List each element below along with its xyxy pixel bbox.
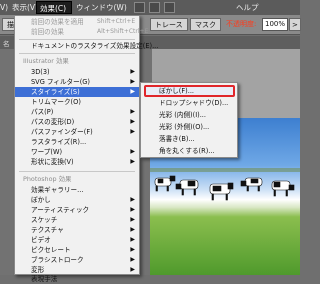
document-tab[interactable]: 名 — [3, 38, 10, 48]
stylize-submenu: ぼかし(F)... ドロップシャドウ(D)... 光彩 (内側)(I)... 光… — [140, 82, 238, 158]
menu-item-sketch[interactable]: スケッチ ▶ — [15, 215, 139, 225]
submenu-item-inner-glow[interactable]: 光彩 (内側)(I)... — [141, 109, 237, 121]
submenu-arrow-icon: ▶ — [130, 118, 135, 125]
menu-bar: V) 表示(V) 効果(C) ウィンドウ(W) ヘルプ — [0, 0, 300, 15]
layout-icon[interactable] — [164, 2, 175, 13]
menu-item-artistic[interactable]: アーティスティック ▶ — [15, 205, 139, 215]
submenu-arrow-icon: ▶ — [130, 158, 135, 165]
menu-help[interactable]: ヘルプ — [236, 1, 259, 14]
menu-item-pixelate[interactable]: ピクセレート ▶ — [15, 245, 139, 255]
menu-item-svg-filter[interactable]: SVG フィルター(G) ▶ — [15, 77, 139, 87]
menu-view-partial[interactable]: V) — [0, 1, 8, 14]
submenu-arrow-icon: ▶ — [130, 128, 135, 135]
menu-item-pathfinder[interactable]: パスファインダー(F) ▶ — [15, 127, 139, 137]
menu-item-video[interactable]: ビデオ ▶ — [15, 235, 139, 245]
submenu-arrow-icon: ▶ — [130, 108, 135, 115]
menu-item-document-raster-settings[interactable]: ドキュメントのラスタライズ効果設定(E)... — [15, 41, 158, 51]
menu-item-texture[interactable]: テクスチャ ▶ — [15, 225, 139, 235]
submenu-item-feather[interactable]: ぼかし(F)... — [141, 85, 237, 97]
submenu-item-scribble[interactable]: 落書き(B)... — [141, 133, 237, 145]
shortcut: Shift+Ctrl+E — [97, 18, 136, 25]
submenu-arrow-icon: ▶ — [130, 226, 135, 233]
bridge-icon[interactable] — [134, 2, 145, 13]
next-button[interactable]: > — [289, 18, 301, 31]
effect-menu: 前回の効果を適用 Shift+Ctrl+E 前回の効果 Alt+Shift+Ct… — [14, 15, 158, 283]
submenu-arrow-icon: ▶ — [130, 216, 135, 223]
submenu-arrow-icon: ▶ — [130, 236, 135, 243]
arrange-icon[interactable] — [149, 2, 160, 13]
submenu-arrow-icon: ▶ — [130, 68, 135, 75]
menu-item-rasterize[interactable]: ラスタライズ(R)... — [15, 137, 139, 147]
shortcut: Alt+Shift+Ctrl+E — [97, 28, 149, 35]
submenu-item-outer-glow[interactable]: 光彩 (外側)(O)... — [141, 121, 237, 133]
menu-item-last-effect[interactable]: 前回の効果 Alt+Shift+Ctrl+E — [15, 27, 148, 37]
menu-item-warp[interactable]: ワープ(W) ▶ — [15, 147, 139, 157]
menu-item-convert-to-shape[interactable]: 形状に変換(V) ▶ — [15, 157, 139, 167]
menu-display[interactable]: 表示(V) — [12, 1, 38, 14]
menu-item-effect-gallery[interactable]: 効果ギャラリー... — [15, 185, 139, 195]
menu-item-stylize[interactable]: スタイライズ(S) ▶ — [15, 87, 139, 97]
menu-effect[interactable]: 効果(C) — [36, 1, 72, 14]
submenu-arrow-icon: ▶ — [130, 206, 135, 213]
submenu-arrow-icon: ▶ — [130, 196, 135, 203]
menu-item-blur[interactable]: ぼかし ▶ — [15, 195, 139, 205]
opacity-label[interactable]: 不透明度: — [226, 18, 256, 31]
submenu-item-round-corners[interactable]: 角を丸くする(R)... — [141, 145, 237, 157]
section-header-illustrator: Illustrator 効果 — [23, 57, 69, 65]
separator — [19, 39, 135, 40]
submenu-arrow-icon: ▶ — [130, 256, 135, 263]
submenu-arrow-icon: ▶ — [130, 246, 135, 253]
mask-button[interactable]: マスク — [190, 18, 221, 31]
submenu-item-drop-shadow[interactable]: ドロップシャドウ(D)... — [141, 97, 237, 109]
menu-item-brush-strokes[interactable]: ブラシストローク ▶ — [15, 255, 139, 265]
separator — [19, 171, 135, 172]
menu-item-distort-transform[interactable]: パスの変形(D) ▶ — [15, 117, 139, 127]
menu-item-trim-marks[interactable]: トリムマーク(O) — [15, 97, 139, 107]
submenu-arrow-icon: ▶ — [130, 148, 135, 155]
submenu-arrow-icon: ▶ — [130, 88, 135, 95]
submenu-arrow-icon: ▶ — [130, 78, 135, 85]
opacity-input[interactable]: 100% — [262, 18, 288, 31]
menu-item-3d[interactable]: 3D(3) ▶ — [15, 67, 139, 77]
trace-button[interactable]: トレース — [150, 18, 188, 31]
menu-window[interactable]: ウィンドウ(W) — [76, 1, 127, 14]
submenu-arrow-icon: ▶ — [130, 266, 135, 273]
separator — [19, 53, 135, 54]
menu-item-apply-last-effect[interactable]: 前回の効果を適用 Shift+Ctrl+E — [15, 17, 139, 27]
section-header-photoshop: Photoshop 効果 — [23, 175, 72, 183]
menu-item-path[interactable]: パス(P) ▶ — [15, 107, 139, 117]
